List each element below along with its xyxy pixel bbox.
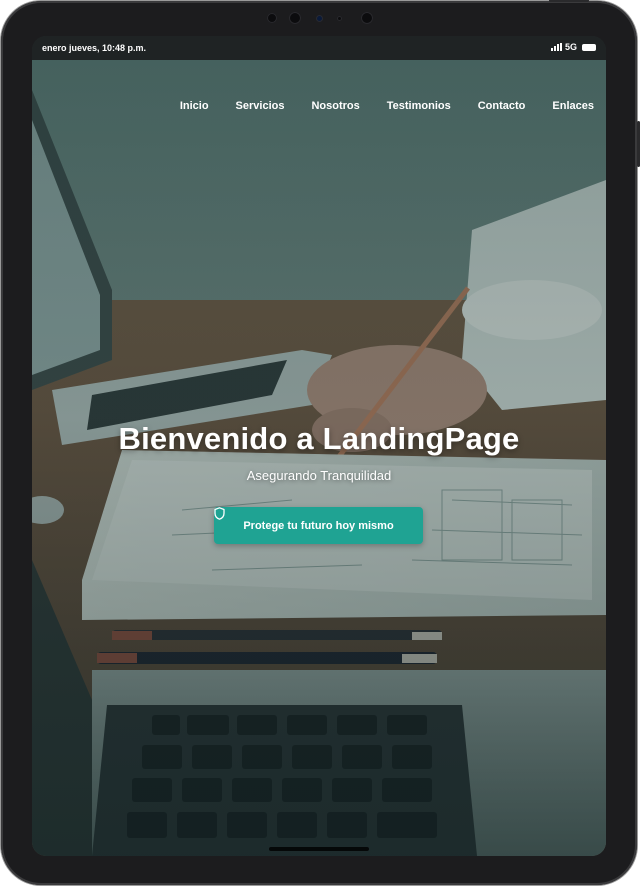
camera-sensor bbox=[337, 16, 342, 21]
front-camera bbox=[316, 15, 323, 22]
hero-title: Bienvenido a LandingPage bbox=[118, 421, 520, 456]
hero-subtitle: Asegurando Tranquilidad bbox=[246, 468, 392, 483]
camera-sensor bbox=[289, 12, 301, 24]
status-indicators: 5G bbox=[550, 42, 596, 52]
nav-item-contacto[interactable]: Contacto bbox=[463, 100, 538, 112]
network-label: 5G bbox=[564, 42, 577, 52]
nav-item-enlaces[interactable]: Enlaces bbox=[537, 100, 606, 112]
screen: enero jueves, 10:48 p.m. 5G Inicio Servi… bbox=[32, 36, 606, 856]
home-indicator[interactable] bbox=[269, 847, 369, 851]
power-button bbox=[549, 0, 589, 2]
shield-icon bbox=[214, 507, 225, 520]
signal-icon bbox=[550, 43, 562, 51]
camera-sensor bbox=[267, 13, 277, 23]
cta-label: Protege tu futuro hoy mismo bbox=[243, 519, 394, 532]
nav-item-testimonios[interactable]: Testimonios bbox=[372, 100, 463, 112]
status-datetime: enero jueves, 10:48 p.m. bbox=[42, 43, 147, 53]
camera-sensor bbox=[361, 12, 373, 24]
main-nav: Inicio Servicios Nosotros Testimonios Co… bbox=[165, 100, 606, 112]
nav-item-nosotros[interactable]: Nosotros bbox=[296, 100, 371, 112]
battery-icon bbox=[582, 43, 596, 51]
hero-section: Inicio Servicios Nosotros Testimonios Co… bbox=[32, 60, 606, 856]
hero-overlay bbox=[32, 60, 606, 856]
nav-item-servicios[interactable]: Servicios bbox=[221, 100, 297, 112]
cta-button[interactable]: Protege tu futuro hoy mismo bbox=[214, 507, 423, 544]
nav-item-inicio[interactable]: Inicio bbox=[165, 100, 221, 112]
status-bar: enero jueves, 10:48 p.m. 5G bbox=[32, 36, 606, 60]
